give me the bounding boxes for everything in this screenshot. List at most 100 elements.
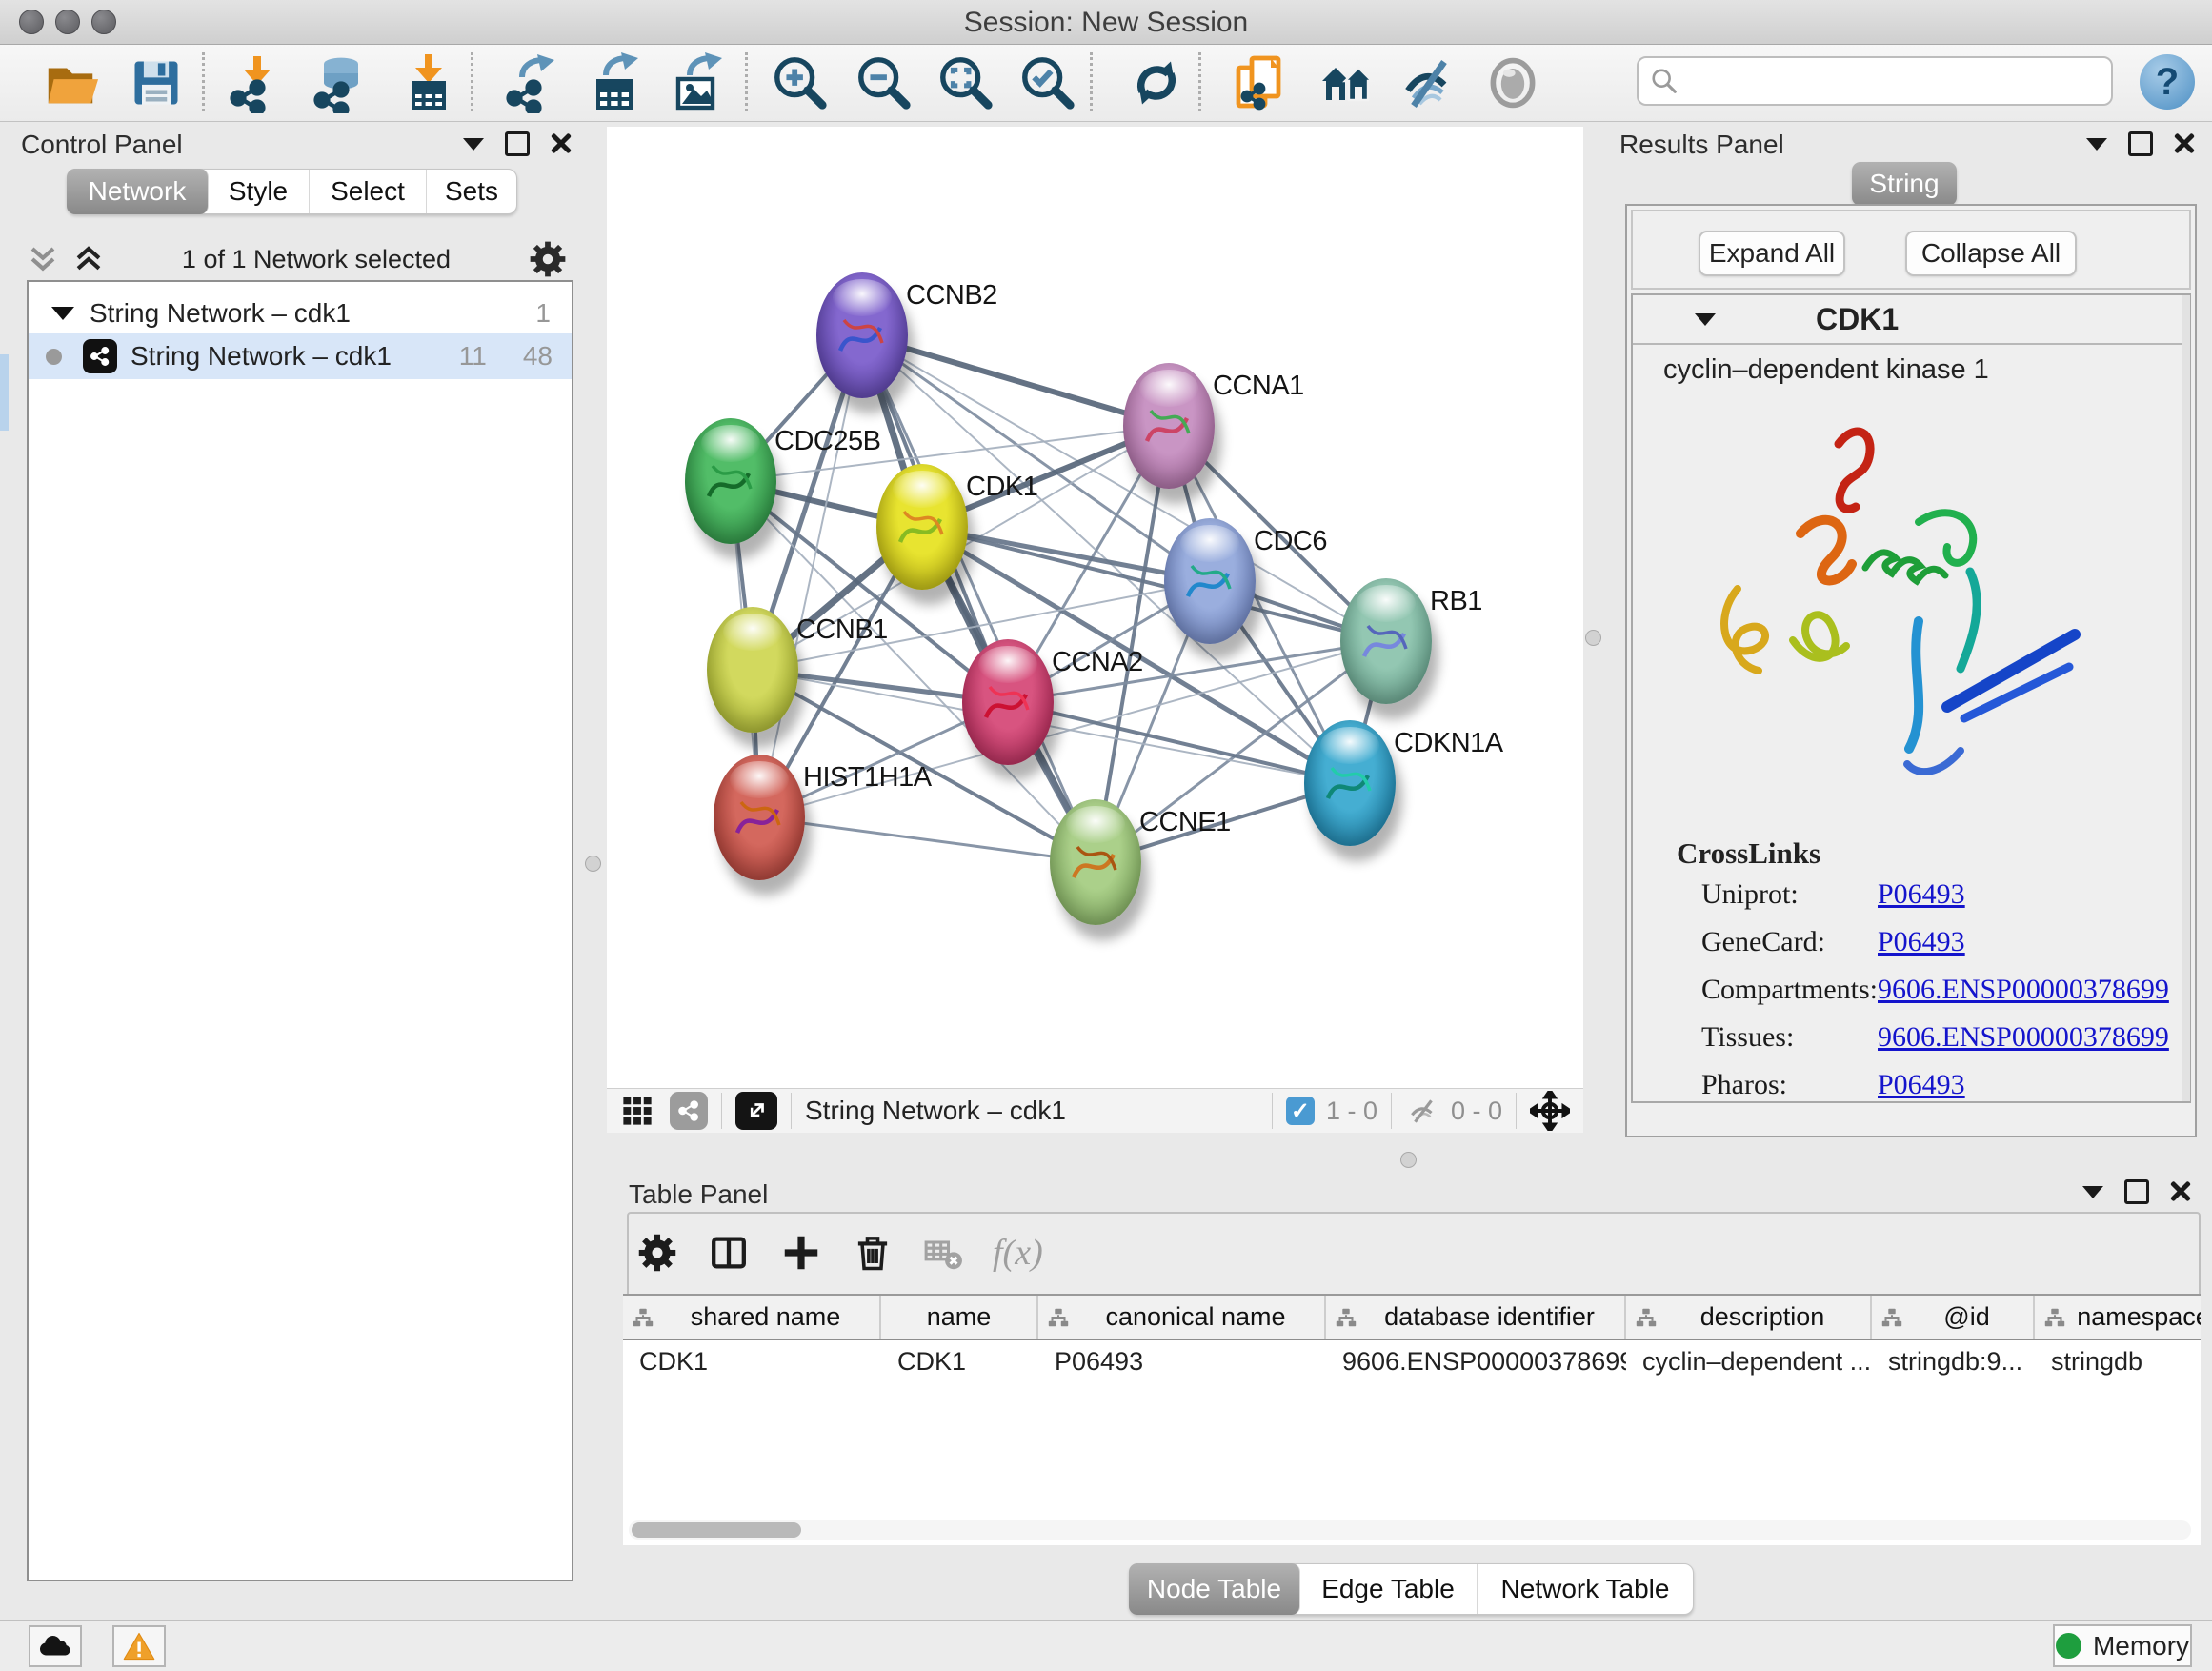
open-session-button[interactable]	[36, 50, 105, 115]
column-header-namespace[interactable]: namespace	[2035, 1296, 2201, 1339]
column-header-description[interactable]: description	[1626, 1296, 1872, 1339]
vertical-splitter-handle[interactable]	[585, 856, 601, 872]
expand-all-icon[interactable]	[72, 245, 105, 273]
help-button[interactable]: ?	[2140, 54, 2195, 110]
float-panel-icon[interactable]	[505, 131, 530, 156]
import-table-button[interactable]	[392, 50, 461, 115]
table-cell[interactable]: stringdb:9...	[1872, 1340, 2035, 1382]
crosslink-link[interactable]: 9606.ENSP00000378699	[1878, 1021, 2169, 1054]
node-CDKN1A[interactable]	[1304, 720, 1396, 846]
zoom-fit-button[interactable]	[932, 50, 1000, 115]
open-in-window-button[interactable]	[735, 1092, 777, 1130]
panel-menu-icon[interactable]	[463, 138, 484, 151]
close-panel-icon[interactable]	[2174, 133, 2195, 154]
export-image-button[interactable]	[661, 50, 730, 115]
node-RB1[interactable]	[1340, 578, 1432, 704]
node-CDC6[interactable]	[1164, 518, 1256, 644]
float-panel-icon[interactable]	[2124, 1179, 2149, 1204]
node-HIST1H1A[interactable]	[714, 755, 805, 880]
fit-content-crosshair-icon[interactable]	[1530, 1091, 1570, 1131]
close-panel-icon[interactable]	[551, 133, 572, 154]
show-columns-icon[interactable]	[707, 1231, 751, 1275]
node-CCNE1[interactable]	[1050, 799, 1141, 925]
warning-status-button[interactable]	[112, 1625, 166, 1667]
tab-network-table[interactable]: Network Table	[1478, 1564, 1693, 1614]
table-options-gear-icon[interactable]	[636, 1232, 678, 1274]
tab-sets[interactable]: Sets	[427, 170, 516, 213]
tab-select[interactable]: Select	[310, 170, 427, 213]
tab-style[interactable]: Style	[208, 170, 310, 213]
edge-CCNA2-CDKN1A[interactable]	[1008, 702, 1350, 783]
table-cell[interactable]: CDK1	[623, 1340, 881, 1382]
hide-selected-button[interactable]	[1395, 50, 1463, 115]
column-header--id[interactable]: @id	[1872, 1296, 2035, 1339]
close-panel-icon[interactable]	[2170, 1181, 2191, 1202]
column-header-database-identifier[interactable]: database identifier	[1326, 1296, 1626, 1339]
zoom-in-icon	[771, 53, 830, 112]
cloud-status-button[interactable]	[29, 1625, 82, 1667]
crosslink-link[interactable]: 9606.ENSP00000378699	[1878, 974, 2169, 1006]
section-expander-icon[interactable]	[1695, 313, 1716, 326]
delete-column-icon[interactable]	[852, 1232, 894, 1274]
crosslink-link[interactable]: P06493	[1878, 1069, 1965, 1101]
edge-CCNB2-CCNA1[interactable]	[862, 335, 1169, 426]
table-hscrollbar[interactable]	[629, 1520, 2191, 1540]
node-CCNA1[interactable]	[1123, 363, 1215, 489]
new-network-from-selection-button[interactable]	[1227, 50, 1296, 115]
crosslink-link[interactable]: P06493	[1878, 926, 1965, 958]
node-CDC25B[interactable]	[685, 418, 776, 544]
birds-eye-view-icon[interactable]	[620, 1094, 654, 1128]
network-collection-row[interactable]: String Network – cdk1 1	[29, 293, 572, 333]
crosslink-link[interactable]: P06493	[1878, 878, 1965, 911]
show-all-button[interactable]	[1478, 50, 1547, 115]
zoom-out-button[interactable]	[850, 50, 918, 115]
table-cell[interactable]: cyclin–dependent ...	[1626, 1340, 1872, 1382]
collapse-all-button[interactable]: Collapse All	[1905, 231, 2077, 276]
save-session-button[interactable]	[122, 50, 191, 115]
edge-HIST1H1A-CCNE1[interactable]	[759, 817, 1096, 862]
table-cell[interactable]: stringdb	[2035, 1340, 2201, 1382]
panel-menu-icon[interactable]	[2082, 1186, 2103, 1198]
node-CDK1[interactable]	[876, 464, 968, 590]
edge-CCNB2-HIST1H1A[interactable]	[759, 335, 862, 817]
import-network-file-button[interactable]	[221, 50, 290, 115]
export-network-button[interactable]	[495, 50, 564, 115]
zoom-selected-button[interactable]	[1014, 50, 1082, 115]
scrollbar-thumb[interactable]	[632, 1522, 801, 1538]
float-panel-icon[interactable]	[2128, 131, 2153, 156]
tab-node-table[interactable]: Node Table	[1129, 1563, 1300, 1615]
tree-expander-icon[interactable]	[51, 307, 74, 320]
refresh-button[interactable]	[1122, 50, 1191, 115]
tab-network[interactable]: Network	[67, 169, 209, 214]
vertical-splitter-handle[interactable]	[1585, 630, 1601, 646]
memory-button[interactable]: Memory	[2053, 1624, 2192, 1667]
network-row-selected[interactable]: String Network – cdk1 11 48	[29, 333, 572, 379]
export-table-button[interactable]	[579, 50, 648, 115]
node-CCNA2[interactable]	[962, 639, 1054, 765]
table-cell[interactable]: CDK1	[881, 1340, 1038, 1382]
tab-edge-table[interactable]: Edge Table	[1299, 1564, 1478, 1614]
cdk1-section-header[interactable]: CDK1	[1633, 295, 2189, 345]
panel-menu-icon[interactable]	[2086, 138, 2107, 151]
crosslink-row: Compartments:9606.ENSP00000378699	[1701, 974, 2178, 1006]
add-column-icon[interactable]	[779, 1231, 823, 1275]
import-network-database-button[interactable]	[305, 50, 373, 115]
network-options-gear-icon[interactable]	[528, 239, 568, 279]
selected-checkbox-icon[interactable]: ✓	[1286, 1097, 1315, 1125]
collapse-all-icon[interactable]	[27, 245, 59, 273]
node-CCNB2[interactable]	[816, 272, 908, 398]
tab-string[interactable]: String	[1852, 162, 1957, 206]
first-neighbors-button[interactable]	[1313, 50, 1381, 115]
zoom-in-button[interactable]	[766, 50, 835, 115]
node-CCNB1[interactable]	[707, 607, 798, 733]
table-cell[interactable]: P06493	[1038, 1340, 1326, 1382]
results-scrollbar[interactable]	[2182, 295, 2190, 1101]
column-header-canonical-name[interactable]: canonical name	[1038, 1296, 1326, 1339]
table-cell[interactable]: 9606.ENSP00000378699	[1326, 1340, 1626, 1382]
search-input[interactable]	[1686, 66, 2111, 97]
network-canvas[interactable]: CCNB2CCNA1CDC25BCDK1CDC6RB1CCNB1CCNA2CDK…	[607, 127, 1583, 1088]
column-header-name[interactable]: name	[881, 1296, 1038, 1339]
horizontal-splitter-handle[interactable]	[1400, 1152, 1417, 1168]
expand-all-button[interactable]: Expand All	[1699, 231, 1845, 276]
column-header-shared-name[interactable]: shared name	[623, 1296, 881, 1339]
